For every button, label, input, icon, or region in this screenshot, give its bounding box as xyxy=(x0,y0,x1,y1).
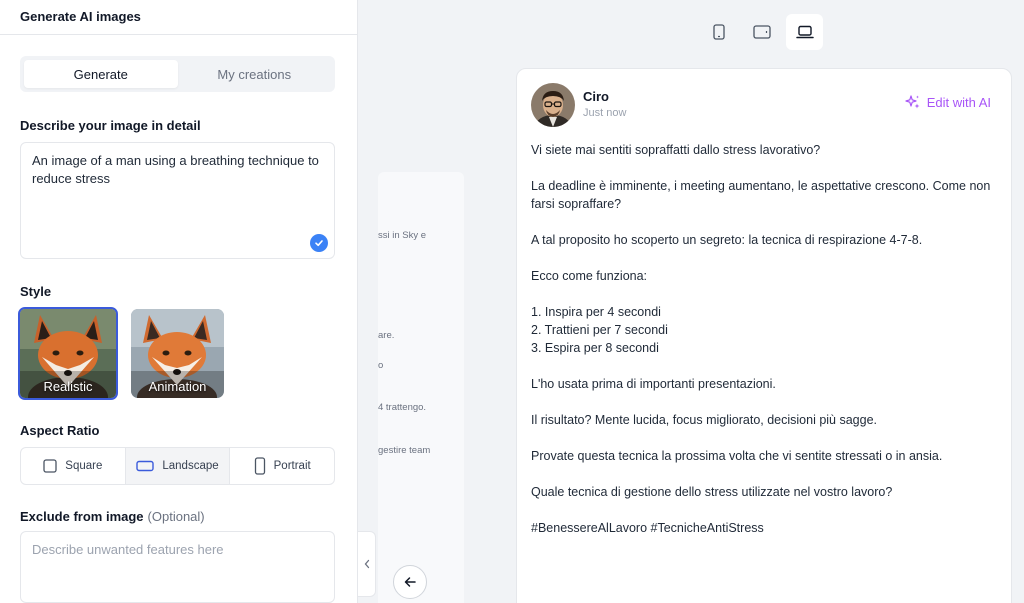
aspect-landscape-option[interactable]: Landscape xyxy=(125,448,231,484)
exclude-input[interactable] xyxy=(20,531,335,603)
mobile-icon xyxy=(712,24,725,40)
style-label: Style xyxy=(20,284,52,299)
preview-mobile-button[interactable] xyxy=(700,14,737,50)
post-line-gap xyxy=(531,429,1001,447)
preview-laptop-button[interactable] xyxy=(786,14,823,50)
panel-title: Generate AI images xyxy=(0,0,357,35)
aspect-portrait-option[interactable]: Portrait xyxy=(230,448,334,484)
post-line-gap xyxy=(531,213,1001,231)
edit-with-ai-label: Edit with AI xyxy=(926,94,991,110)
landscape-icon xyxy=(136,460,155,472)
back-button[interactable] xyxy=(393,565,427,599)
post-body: Vi siete mai sentiti sopraffatti dallo s… xyxy=(531,141,1001,537)
exclude-label: Exclude from image (Optional) xyxy=(20,509,205,524)
image-generator-panel: Generate AI images Generate My creations… xyxy=(0,0,358,603)
post-line: #BenessereAlLavoro #TecnicheAntiStress xyxy=(531,521,764,535)
post-line-gap xyxy=(531,393,1001,411)
post-line: Provate questa tecnica la prossima volta… xyxy=(531,449,943,463)
post-line: Il risultato? Mente lucida, focus miglio… xyxy=(531,413,878,427)
post-line: 2. Trattieni per 7 secondi xyxy=(531,323,668,337)
arrow-left-icon xyxy=(404,577,416,587)
post-line-gap xyxy=(531,465,1001,483)
edit-with-ai-button[interactable]: Edit with AI xyxy=(905,94,991,110)
post-line: 1. Inspira per 4 secondi xyxy=(531,305,661,319)
style-animation[interactable]: Animation xyxy=(131,309,224,398)
post-timestamp: Just now xyxy=(583,107,627,119)
background-snippet: are. xyxy=(378,330,395,341)
exclude-optional-text: (Optional) xyxy=(147,509,205,524)
post-line: Quale tecnica di gestione dello stress u… xyxy=(531,485,893,499)
prompt-text: An image of a man using a breathing tech… xyxy=(32,153,319,186)
post-line: L'ho usata prima di importanti presentaz… xyxy=(531,377,776,391)
background-snippet: gestire team xyxy=(378,445,431,456)
style-realistic-label: Realistic xyxy=(43,379,93,394)
chevron-left-icon xyxy=(364,559,369,569)
background-snippet: 4 trattengo. xyxy=(378,402,427,413)
mode-tabs: Generate My creations xyxy=(20,56,335,92)
tab-generate[interactable]: Generate xyxy=(24,60,178,88)
background-snippet: o xyxy=(378,360,384,371)
collapse-panel-button[interactable] xyxy=(358,531,376,597)
post-line-gap xyxy=(531,159,1001,177)
device-preview-bar xyxy=(700,14,823,50)
laptop-icon xyxy=(795,25,814,39)
check-icon xyxy=(310,234,328,252)
square-icon xyxy=(43,459,57,473)
describe-label: Describe your image in detail xyxy=(20,118,201,133)
aspect-portrait-label: Portrait xyxy=(273,460,311,472)
portrait-icon xyxy=(254,457,265,475)
tab-my-creations[interactable]: My creations xyxy=(178,60,332,88)
post-line: Vi siete mai sentiti sopraffatti dallo s… xyxy=(531,143,821,157)
tablet-icon xyxy=(752,25,771,39)
post-line: 3. Espira per 8 secondi xyxy=(531,341,659,355)
aspect-landscape-label: Landscape xyxy=(162,460,219,472)
post-line: La deadline è imminente, i meeting aumen… xyxy=(531,179,991,211)
background-post-panel: ssi in Sky e are. o 4 trattengo. gestire… xyxy=(378,172,464,603)
background-snippet: ssi in Sky e xyxy=(378,230,427,241)
exclude-label-text: Exclude from image xyxy=(20,509,144,524)
style-animation-label: Animation xyxy=(148,379,207,394)
preview-tablet-button[interactable] xyxy=(743,14,780,50)
post-line-gap xyxy=(531,285,1001,303)
post-author: Ciro xyxy=(583,89,609,104)
post-line-gap xyxy=(531,249,1001,267)
post-line: Ecco come funziona: xyxy=(531,269,648,283)
prompt-input[interactable]: An image of a man using a breathing tech… xyxy=(20,142,335,259)
sparkles-icon xyxy=(905,95,920,109)
aspect-square-label: Square xyxy=(65,460,103,472)
post-line-gap xyxy=(531,357,1001,375)
post-line: A tal proposito ho scoperto un segreto: … xyxy=(531,233,923,247)
aspect-square-option[interactable]: Square xyxy=(21,448,126,484)
style-realistic[interactable]: Realistic xyxy=(18,307,118,400)
avatar xyxy=(531,83,575,127)
aspect-ratio-selector: Square Landscape Portrait xyxy=(20,447,335,485)
post-preview-card: Ciro Just now Edit with AI Vi siete mai … xyxy=(516,68,1012,603)
aspect-ratio-label: Aspect Ratio xyxy=(20,423,100,438)
post-line-gap xyxy=(531,501,1001,519)
